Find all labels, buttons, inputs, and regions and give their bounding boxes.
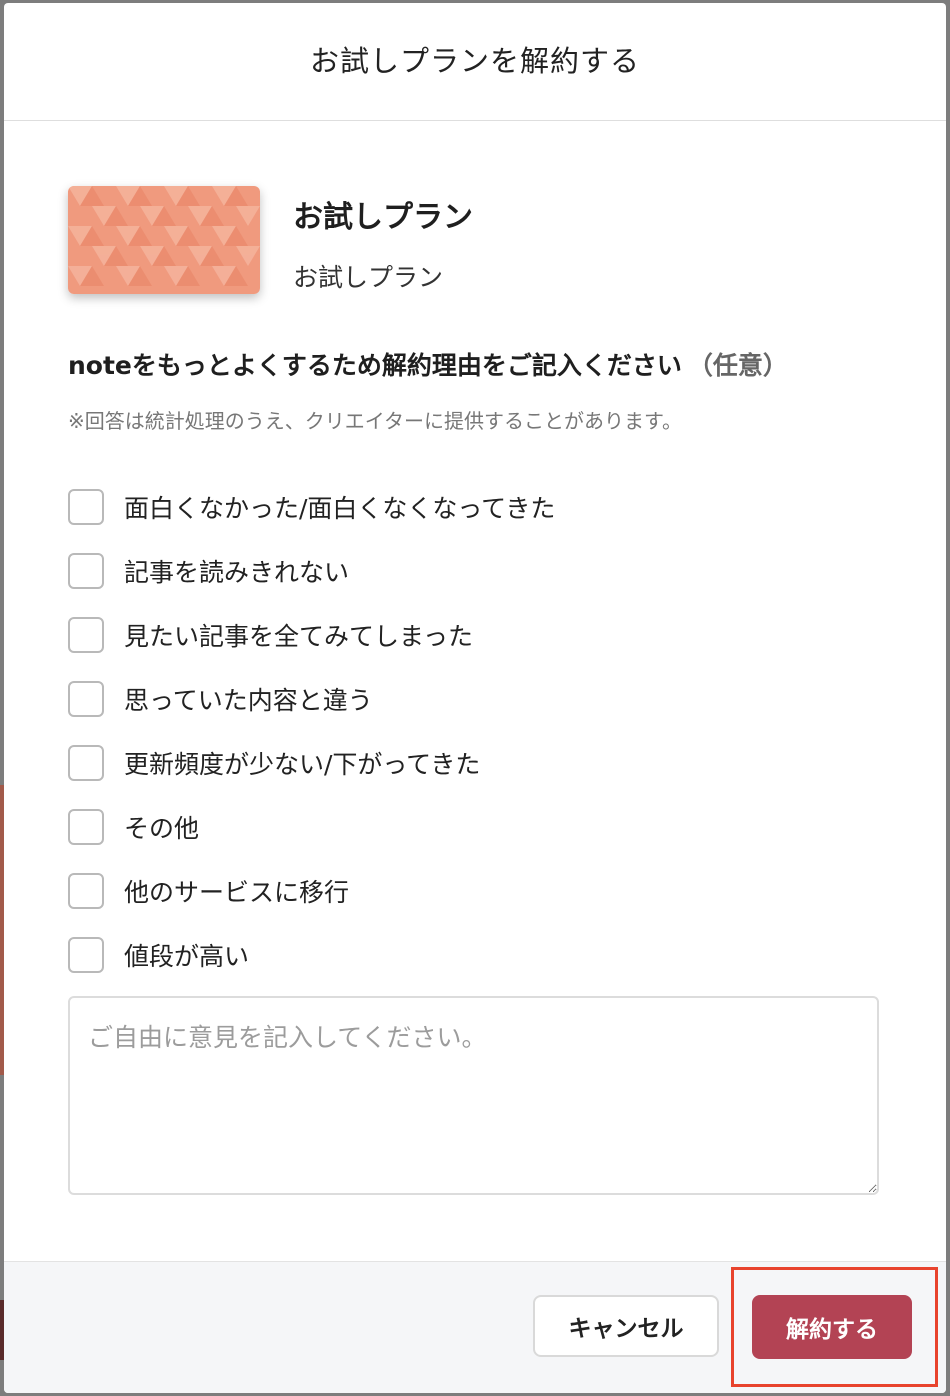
- reason-checkbox[interactable]: [68, 617, 104, 653]
- modal-footer: キャンセル 解約する: [4, 1261, 946, 1393]
- survey-question-text: noteをもっとよくするため解約理由をご記入ください: [68, 351, 682, 380]
- plan-card-image: [68, 186, 260, 294]
- reason-label[interactable]: 見たい記事を全てみてしまった: [124, 617, 473, 653]
- reason-item[interactable]: 他のサービスに移行: [68, 859, 555, 923]
- cancel-plan-button[interactable]: 解約する: [752, 1295, 912, 1359]
- reason-label[interactable]: 記事を読みきれない: [124, 553, 349, 589]
- plan-pattern-icon: [68, 186, 260, 294]
- survey-note: ※回答は統計処理のうえ、クリエイターに提供することがあります。: [68, 409, 682, 433]
- reason-item[interactable]: 面白くなかった/面白くなくなってきた: [68, 475, 555, 539]
- reason-item[interactable]: 更新頻度が少ない/下がってきた: [68, 731, 555, 795]
- reason-label[interactable]: その他: [124, 809, 199, 845]
- reason-item[interactable]: 見たい記事を全てみてしまった: [68, 603, 555, 667]
- reason-label[interactable]: 思っていた内容と違う: [124, 681, 373, 717]
- plan-texts: お試しプラン お試しプラン: [293, 192, 473, 294]
- survey-question: noteをもっとよくするため解約理由をご記入ください （任意）: [68, 346, 788, 382]
- reason-label[interactable]: 値段が高い: [124, 937, 249, 973]
- reason-checkbox[interactable]: [68, 489, 104, 525]
- cancel-button[interactable]: キャンセル: [533, 1295, 719, 1357]
- comment-textarea[interactable]: [68, 996, 879, 1195]
- reason-item[interactable]: その他: [68, 795, 555, 859]
- optional-tag: （任意）: [687, 351, 788, 380]
- reason-list: 面白くなかった/面白くなくなってきた 記事を読みきれない 見たい記事を全てみてし…: [68, 475, 555, 987]
- plan-summary: お試しプラン お試しプラン: [68, 186, 473, 294]
- cancel-plan-modal: お試しプランを解約する お試しプラン お試しプラン noteをもっとよくするため…: [4, 3, 946, 1393]
- reason-checkbox[interactable]: [68, 553, 104, 589]
- reason-item[interactable]: 思っていた内容と違う: [68, 667, 555, 731]
- reason-label[interactable]: 面白くなかった/面白くなくなってきた: [124, 489, 555, 525]
- modal-title: お試しプランを解約する: [309, 43, 640, 78]
- plan-description: お試しプラン: [293, 263, 444, 292]
- modal-header: お試しプランを解約する: [4, 3, 946, 121]
- plan-name: お試しプラン: [293, 200, 473, 235]
- reason-checkbox[interactable]: [68, 745, 104, 781]
- reason-label[interactable]: 更新頻度が少ない/下がってきた: [124, 745, 480, 781]
- reason-checkbox[interactable]: [68, 681, 104, 717]
- reason-item[interactable]: 値段が高い: [68, 923, 555, 987]
- reason-checkbox[interactable]: [68, 809, 104, 845]
- reason-checkbox[interactable]: [68, 873, 104, 909]
- reason-checkbox[interactable]: [68, 937, 104, 973]
- reason-label[interactable]: 他のサービスに移行: [124, 873, 349, 909]
- reason-item[interactable]: 記事を読みきれない: [68, 539, 555, 603]
